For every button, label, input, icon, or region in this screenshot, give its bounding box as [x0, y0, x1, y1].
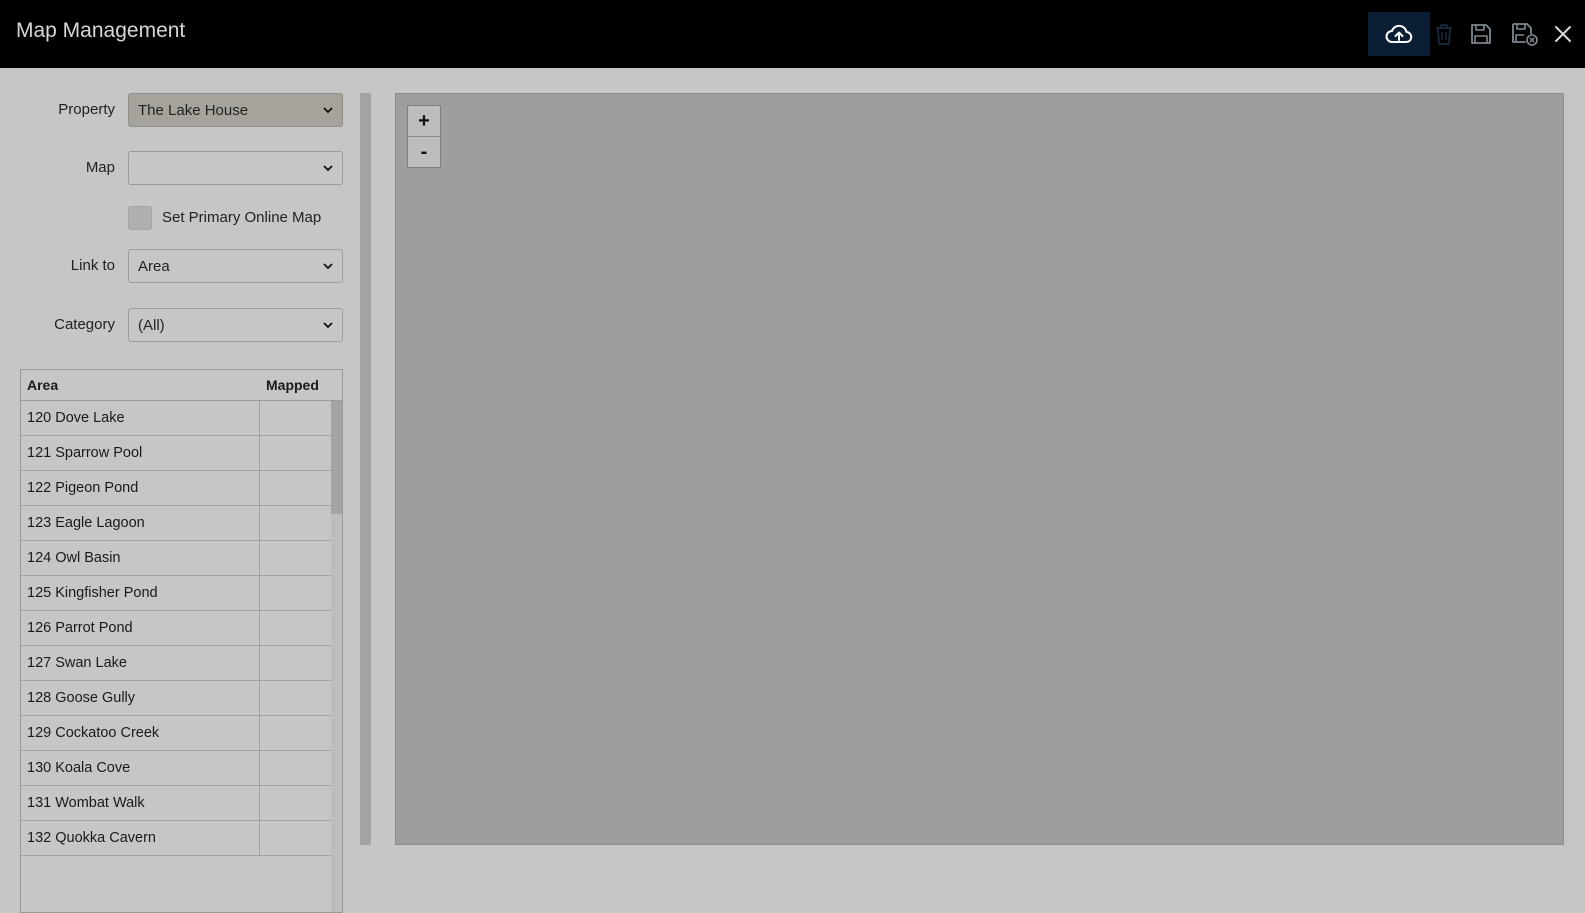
upload-button[interactable]	[1368, 12, 1430, 56]
area-cell: 131 Wombat Walk	[21, 786, 260, 820]
category-select[interactable]: (All)	[128, 308, 343, 342]
table-row[interactable]: 131 Wombat Walk	[21, 786, 331, 821]
table-row[interactable]: 125 Kingfisher Pond	[21, 576, 331, 611]
link-to-select-value: Area	[138, 257, 170, 275]
cloud-upload-icon	[1385, 24, 1413, 43]
table-scrollbar-thumb[interactable]	[331, 401, 342, 514]
area-table: Area Mapped 120 Dove Lake 121 Sparrow Poo…	[20, 369, 343, 913]
area-cell: 120 Dove Lake	[21, 401, 260, 435]
mapped-cell	[260, 576, 331, 610]
zoom-control: + -	[407, 105, 441, 168]
column-header-area[interactable]: Area	[21, 377, 260, 393]
chevron-down-icon	[323, 263, 333, 270]
header-bar: Map Management	[0, 0, 1585, 68]
table-row[interactable]: 128 Goose Gully	[21, 681, 331, 716]
mapped-cell	[260, 506, 331, 540]
area-cell: 127 Swan Lake	[21, 646, 260, 680]
table-row[interactable]: 127 Swan Lake	[21, 646, 331, 681]
save-icon	[1471, 24, 1491, 44]
area-cell: 124 Owl Basin	[21, 541, 260, 575]
table-row[interactable]: 126 Parrot Pond	[21, 611, 331, 646]
mapped-cell	[260, 716, 331, 750]
property-select-value: The Lake House	[138, 101, 249, 119]
mapped-cell	[260, 821, 331, 855]
chevron-down-icon	[323, 165, 333, 172]
mapped-cell	[260, 401, 331, 435]
category-label: Category	[54, 316, 115, 333]
delete-button[interactable]	[1429, 12, 1459, 56]
mapped-cell	[260, 611, 331, 645]
table-header: Area Mapped	[21, 370, 342, 401]
table-scrollbar[interactable]	[331, 401, 342, 912]
page-title: Map Management	[16, 19, 186, 42]
area-cell: 128 Goose Gully	[21, 681, 260, 715]
area-cell: 130 Koala Cove	[21, 751, 260, 785]
table-row[interactable]: 129 Cockatoo Creek	[21, 716, 331, 751]
panel-splitter[interactable]	[360, 93, 371, 845]
area-cell: 125 Kingfisher Pond	[21, 576, 260, 610]
save-button[interactable]	[1466, 12, 1496, 56]
chevron-down-icon	[323, 107, 333, 114]
mapped-cell	[260, 681, 331, 715]
link-to-select[interactable]: Area	[128, 249, 343, 283]
area-cell: 122 Pigeon Pond	[21, 471, 260, 505]
area-cell: 126 Parrot Pond	[21, 611, 260, 645]
map-select[interactable]	[128, 151, 343, 185]
area-cell: 121 Sparrow Pool	[21, 436, 260, 470]
mapped-cell	[260, 471, 331, 505]
table-row[interactable]: 124 Owl Basin	[21, 541, 331, 576]
close-button[interactable]	[1548, 12, 1578, 56]
zoom-in-button[interactable]: +	[408, 106, 440, 136]
close-icon	[1555, 26, 1571, 42]
category-select-value: (All)	[138, 316, 165, 334]
primary-online-map-label: Set Primary Online Map	[162, 209, 322, 226]
table-row[interactable]: 130 Koala Cove	[21, 751, 331, 786]
save-and-close-button[interactable]	[1508, 12, 1542, 56]
table-row[interactable]: 122 Pigeon Pond	[21, 471, 331, 506]
property-label: Property	[58, 101, 115, 118]
table-row[interactable]: 120 Dove Lake	[21, 401, 331, 436]
chevron-down-icon	[323, 322, 333, 329]
primary-online-map-checkbox[interactable]	[128, 206, 152, 230]
table-row[interactable]: 132 Quokka Cavern	[21, 821, 331, 856]
zoom-out-button[interactable]: -	[408, 136, 440, 167]
table-row[interactable]: 123 Eagle Lagoon	[21, 506, 331, 541]
mapped-cell	[260, 436, 331, 470]
table-row[interactable]: 121 Sparrow Pool	[21, 436, 331, 471]
area-cell: 132 Quokka Cavern	[21, 821, 260, 855]
area-cell: 129 Cockatoo Creek	[21, 716, 260, 750]
trash-icon	[1436, 24, 1452, 45]
property-select[interactable]: The Lake House	[128, 93, 343, 127]
link-to-label: Link to	[70, 257, 115, 274]
save-close-icon	[1512, 23, 1538, 46]
column-header-mapped[interactable]: Mapped	[260, 377, 342, 393]
left-panel: Property The Lake House Map Set Primary …	[0, 68, 360, 913]
map-canvas[interactable]: + -	[395, 93, 1564, 845]
map-label: Map	[85, 159, 115, 176]
mapped-cell	[260, 786, 331, 820]
area-cell: 123 Eagle Lagoon	[21, 506, 260, 540]
table-body: 120 Dove Lake 121 Sparrow Pool 122 Pigeon …	[21, 401, 331, 856]
mapped-cell	[260, 541, 331, 575]
mapped-cell	[260, 646, 331, 680]
mapped-cell	[260, 751, 331, 785]
